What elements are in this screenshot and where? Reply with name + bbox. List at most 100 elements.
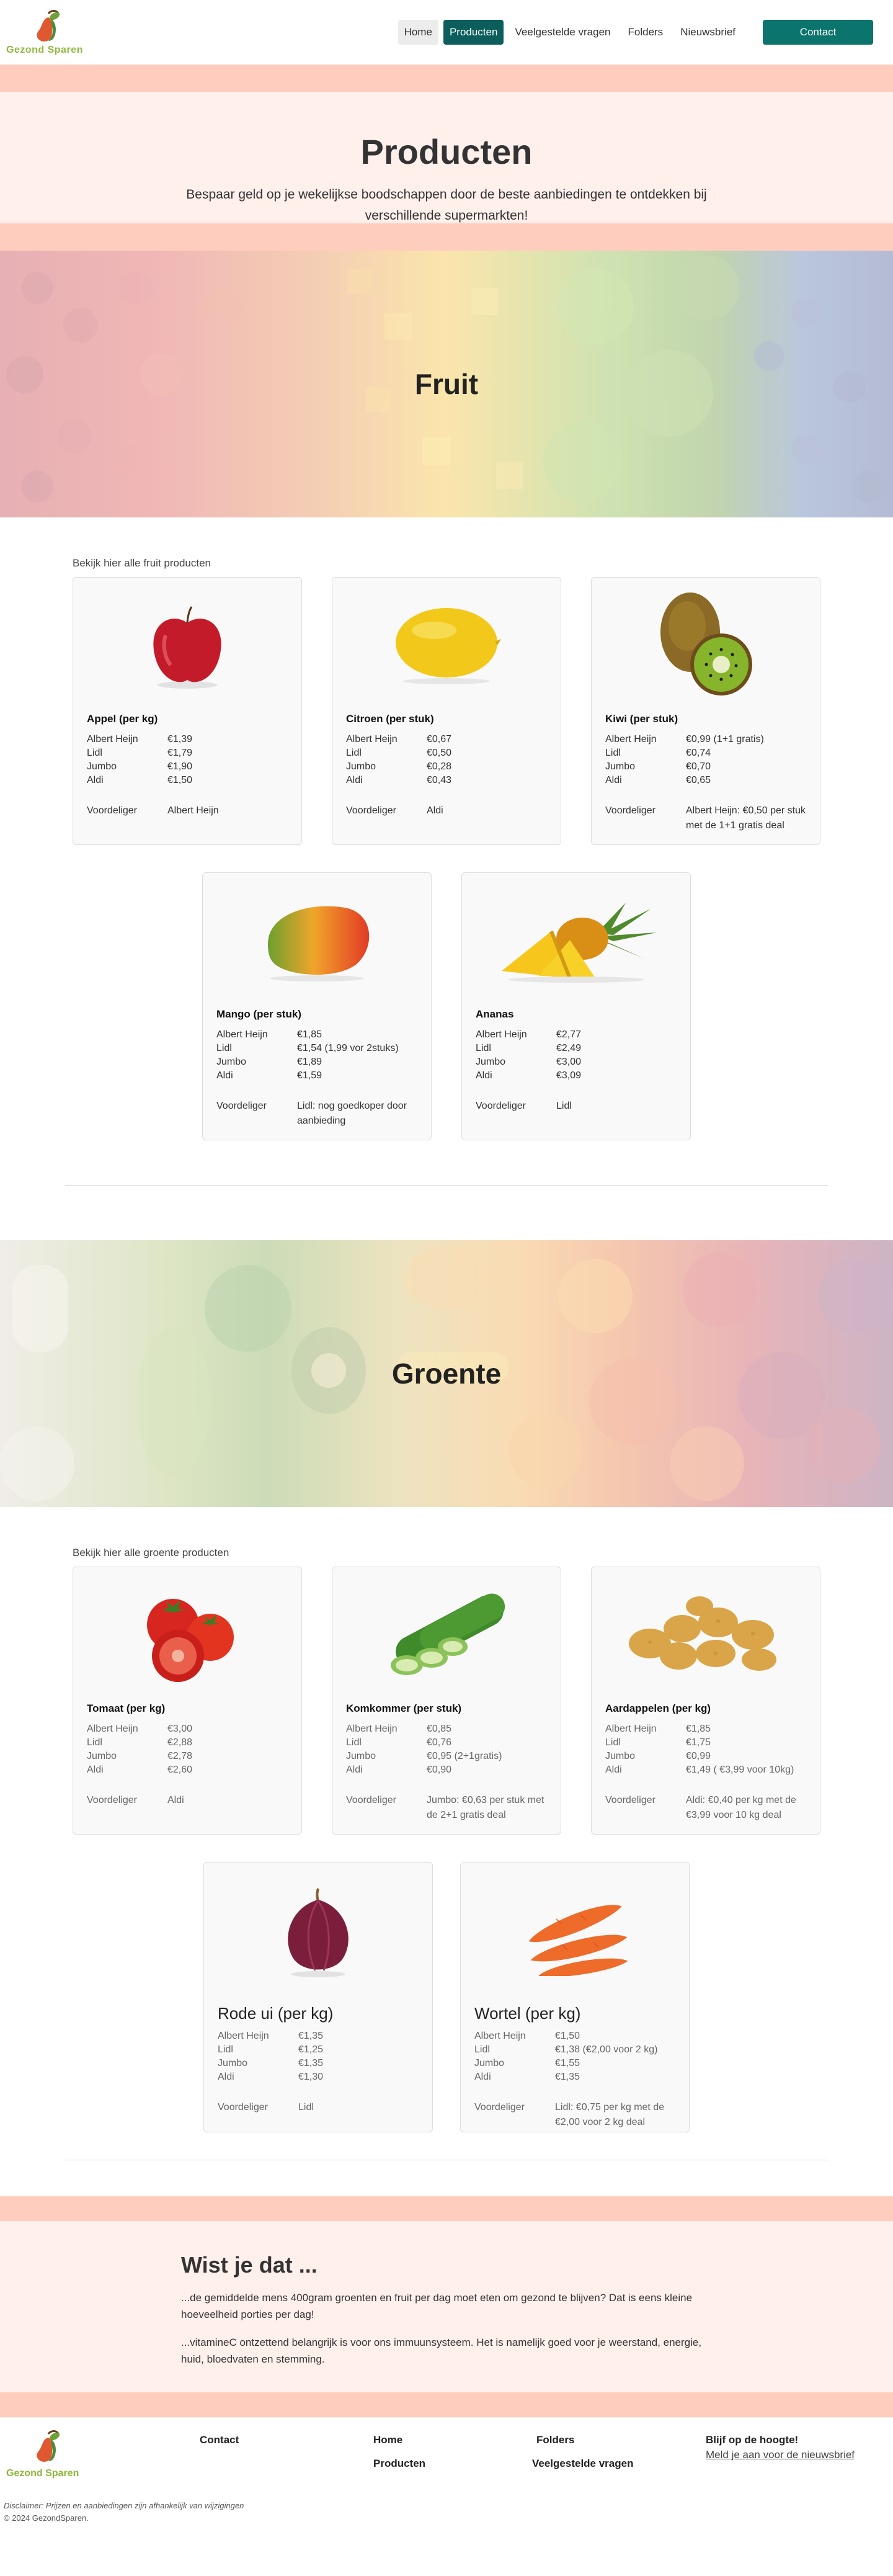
product-title: Aardappelen (per kg): [605, 1702, 711, 1714]
carrot-icon: [528, 1905, 628, 1976]
store-name: Lidl: [87, 1737, 102, 1748]
footer-producten-link[interactable]: Producten: [373, 2457, 425, 2470]
nav-folders[interactable]: Folders: [622, 20, 670, 45]
product-card-komkommer[interactable]: Komkommer (per stuk) Albert Heijn €0,85 L…: [332, 1567, 561, 1835]
groente-banner: Groente: [0, 1240, 893, 1507]
site-header: Gezond Sparen Home Producten Veelgesteld…: [0, 0, 893, 65]
price: €2,77: [556, 1029, 582, 1040]
apple-icon: [153, 606, 221, 689]
price: €0,28: [427, 761, 452, 772]
nav-faq[interactable]: Veelgestelde vragen: [509, 20, 616, 45]
tomato-icon: [147, 1599, 234, 1682]
copyright: © 2024 GezondSparen.: [4, 2513, 89, 2523]
mango-icon: [268, 906, 370, 982]
price: €1,35: [298, 2031, 324, 2041]
nav-producten[interactable]: Producten: [443, 20, 504, 45]
store-name: Albert Heijn: [87, 734, 138, 745]
page-title: Producten: [360, 132, 533, 171]
store-name: Lidl: [605, 748, 621, 758]
store-name: Lidl: [216, 1043, 232, 1053]
logo[interactable]: Gezond Sparen: [6, 9, 83, 56]
footer: Gezond Sparen Contact Home Producten Fol…: [0, 2417, 893, 2535]
facts-band-bottom: [0, 2392, 893, 2417]
product-card-appel[interactable]: Appel (per kg) Albert Heijn €1,39 Lidl €1,…: [73, 577, 302, 845]
cheaper-value: Aldi: €0,40 per kg met de €3,99 voor 10 …: [686, 1795, 796, 1820]
footer-contact-link[interactable]: Contact: [200, 2434, 239, 2446]
nav-nieuwsbrief[interactable]: Nieuwsbrief: [674, 20, 742, 45]
cucumber-icon: [391, 1593, 505, 1675]
footer-folders-link[interactable]: Folders: [536, 2434, 574, 2446]
price: €0,76: [427, 1737, 452, 1748]
fruit-banner: Fruit: [0, 251, 893, 517]
cheaper-label: Voordeliger: [605, 1795, 655, 1805]
footer-brand-name: Gezond Sparen: [6, 2468, 79, 2479]
cheaper-label: Voordeliger: [476, 1101, 526, 1111]
store-name: Albert Heijn: [216, 1029, 268, 1040]
price: €1,25: [298, 2044, 324, 2055]
product-card-tomaat[interactable]: Tomaat (per kg) Albert Heijn €3,00 Lidl €2…: [73, 1567, 302, 1835]
price: €2,88: [167, 1737, 193, 1748]
facts-title: Wist je dat ...: [181, 2252, 318, 2278]
cheaper-label: Voordeliger: [87, 1795, 137, 1805]
price: €0,85: [427, 1724, 452, 1734]
store-name: Albert Heijn: [476, 1029, 527, 1040]
contact-button[interactable]: Contact: [763, 20, 873, 45]
price: €0,90: [427, 1764, 452, 1775]
product-card-citroen[interactable]: Citroen (per stuk) Albert Heijn €0,67 Lid…: [332, 577, 561, 845]
store-name: Jumbo: [476, 1057, 506, 1067]
price: €1,59: [297, 1070, 322, 1081]
product-card-wortel[interactable]: Wortel (per kg) Albert Heijn €1,50 Lidl €1…: [460, 1862, 690, 2132]
price: €0,70: [686, 761, 711, 772]
hero: Producten Bespaar geld op je wekelijkse …: [0, 92, 893, 223]
cheaper-value: Jumbo: €0,63 per stuk met de 2+1 gratis …: [427, 1795, 544, 1820]
store-name: Lidl: [476, 1043, 491, 1053]
store-name: Jumbo: [346, 1751, 376, 1761]
footer-faq-link[interactable]: Veelgestelde vragen: [532, 2457, 633, 2470]
price: €1,85: [686, 1724, 711, 1734]
nav-home[interactable]: Home: [398, 20, 438, 45]
footer-newsletter-link[interactable]: Meld je aan voor de nieuwsbrief: [706, 2449, 855, 2461]
cheaper-value: Lidl: [556, 1101, 572, 1111]
footer-logo[interactable]: Gezond Sparen: [6, 2429, 79, 2479]
fruit-section-label: Bekijk hier alle fruit producten: [73, 557, 211, 569]
store-name: Lidl: [218, 2044, 233, 2055]
price: €3,00: [556, 1057, 582, 1067]
price: €3,09: [556, 1070, 582, 1081]
price: €0,74: [686, 748, 711, 758]
product-title: Citroen (per stuk): [346, 713, 434, 725]
price: €1,55: [555, 2058, 580, 2068]
groente-row-1: Tomaat (per kg) Albert Heijn €3,00 Lidl €2…: [0, 1567, 893, 1835]
product-title: Rode ui (per kg): [218, 2004, 334, 2023]
product-card-rode-ui[interactable]: Rode ui (per kg) Albert Heijn €1,35 Lidl €…: [203, 1862, 433, 2132]
cheaper-label: Voordeliger: [346, 805, 396, 816]
product-title: Wortel (per kg): [474, 2004, 581, 2023]
store-name: Aldi: [216, 1070, 233, 1081]
price: €1,89: [297, 1057, 322, 1067]
cheaper-value: Albert Heijn: €0,50 per stuk met de 1+1 …: [686, 805, 806, 831]
cheaper-value: Lidl: [298, 2102, 314, 2113]
product-card-aardappelen[interactable]: Aardappelen (per kg) Albert Heijn €1,85 L…: [591, 1567, 820, 1835]
footer-newsletter-title: Blijf op de hoogte!: [706, 2434, 799, 2446]
cheaper-value: Aldi: [167, 1795, 184, 1805]
hero-band-top: [0, 65, 893, 92]
store-name: Aldi: [605, 1764, 622, 1775]
product-card-kiwi[interactable]: Kiwi (per stuk) Albert Heijn €0,99 (1+1 g…: [591, 577, 820, 845]
cheaper-value: Lidl: nog goedkoper door aanbieding: [297, 1101, 407, 1126]
cheaper-label: Voordeliger: [218, 2102, 268, 2113]
store-name: Aldi: [476, 1070, 492, 1081]
store-name: Albert Heijn: [218, 2031, 269, 2041]
store-name: Albert Heijn: [605, 1724, 657, 1734]
product-card-mango[interactable]: Mango (per stuk) Albert Heijn €1,85 Lidl €…: [202, 872, 432, 1140]
cheaper-label: Voordeliger: [87, 805, 137, 816]
price: €0,99 (1+1 gratis): [686, 734, 764, 745]
footer-home-link[interactable]: Home: [373, 2434, 402, 2446]
cheaper-value: Albert Heijn: [167, 805, 219, 816]
store-name: Aldi: [346, 775, 363, 785]
pineapple-icon: [502, 903, 657, 983]
product-card-ananas[interactable]: Ananas Albert Heijn €2,77 Lidl €2,49 Jumbo…: [461, 872, 691, 1140]
price: €1,38 (€2,00 voor 2 kg): [555, 2044, 658, 2055]
price: €1,54 (1,99 vor 2stuks): [297, 1043, 399, 1053]
price: €2,78: [167, 1751, 193, 1761]
price: €0,43: [427, 775, 452, 785]
price: €1,39: [167, 734, 193, 745]
